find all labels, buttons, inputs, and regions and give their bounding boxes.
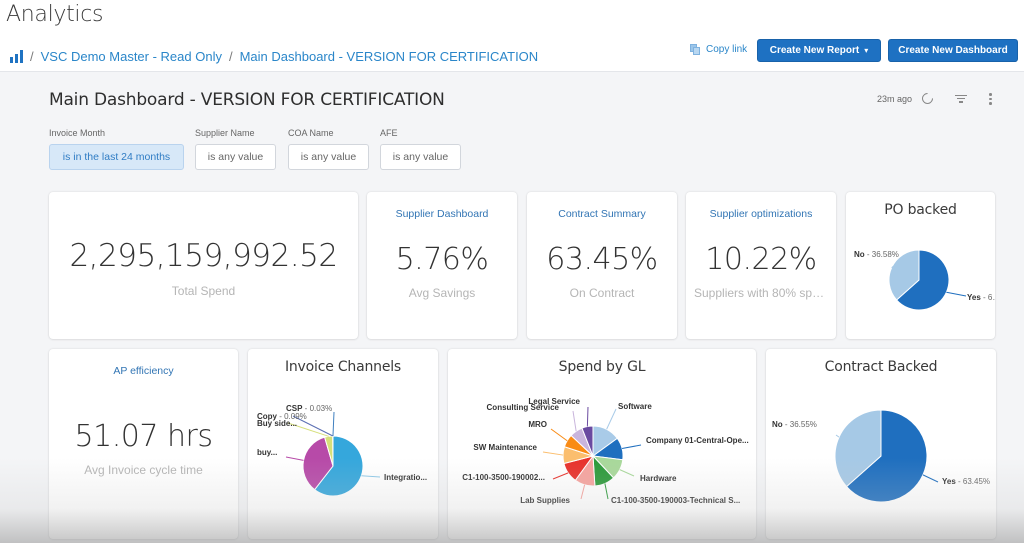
filter-supplier-name: Supplier Name is any value — [195, 128, 276, 170]
pie-data-label: buy... — [257, 448, 277, 457]
breadcrumb-separator: / — [30, 49, 34, 64]
top-bar: / VSC Demo Master - Read Only / Main Das… — [0, 38, 1024, 72]
tile-value: 63.45% — [546, 242, 658, 277]
pie-data-label: Yes - 6… — [967, 293, 995, 302]
create-new-dashboard-button[interactable]: Create New Dashboard — [888, 39, 1018, 62]
filter-coa-name: COA Name is any value — [288, 128, 369, 170]
copy-link-label: Copy link — [706, 44, 748, 55]
copy-icon — [690, 44, 701, 55]
pie-data-label: C1-100-3500-190002... — [462, 473, 545, 482]
pie-leader-line — [580, 484, 586, 500]
tile-invoice-channels: Invoice Channels Integratio... buy... Buy … — [248, 349, 438, 539]
tile-contract-summary: Contract Summary 63.45% On Contract — [527, 192, 677, 339]
tile-value: 2,295,159,992.52 — [69, 238, 338, 274]
pie-leader-line — [542, 451, 564, 456]
pie-data-label: Lab Supplies — [520, 496, 570, 505]
po-backed-pie-chart: Yes - 6… No - 36.58% — [854, 249, 995, 311]
filter-icon[interactable] — [955, 94, 968, 103]
pie-leader-line — [922, 474, 939, 483]
pie-leader-line — [835, 434, 840, 438]
tile-value: 51.07 hrs — [74, 419, 213, 454]
filter-label: AFE — [380, 128, 398, 138]
filter-coa-name-input[interactable]: is any value — [288, 144, 369, 170]
tile-total-spend: 2,295,159,992.52 Total Spend — [49, 192, 358, 339]
last-updated: 23m ago — [877, 93, 913, 104]
filter-afe-input[interactable]: is any value — [380, 144, 461, 170]
tile-po-backed: PO backed Yes - 6…No - 36.58% — [846, 192, 995, 339]
breadcrumb: / VSC Demo Master - Read Only / Main Das… — [10, 49, 538, 64]
tile-supplier-optimizations: Supplier optimizations 10.22% Suppliers … — [686, 192, 836, 339]
breadcrumb-current[interactable]: Main Dashboard - VERSION FOR CERTIFICATI… — [240, 49, 539, 64]
filter-label: Supplier Name — [195, 128, 255, 138]
tile-contract-backed: Contract Backed Yes - 63.45% No - 36.55% — [766, 349, 996, 539]
copy-link-button[interactable]: Copy link — [690, 44, 747, 55]
breadcrumb-separator: / — [228, 49, 233, 64]
create-new-report-label: Create New Report — [769, 45, 860, 56]
app-title: Analytics — [6, 2, 104, 27]
tile-spend-by-gl: Spend by GL Software Company 01-Central-O… — [448, 349, 756, 539]
tile-supplier-dashboard: Supplier Dashboard 5.76% Avg Savings — [367, 192, 517, 339]
pie-data-label: SW Maintenance — [473, 443, 537, 452]
pie-data-label: MRO — [528, 420, 547, 429]
bar-chart-icon[interactable] — [10, 50, 23, 63]
tile-link[interactable]: Supplier Dashboard — [367, 208, 517, 220]
tile-caption: On Contract — [569, 286, 635, 300]
filter-invoice-month-input[interactable]: is in the last 24 months — [49, 144, 184, 170]
tile-value: 10.22% — [705, 242, 817, 277]
more-vertical-icon[interactable] — [989, 93, 992, 105]
tile-caption: Suppliers with 80% spe... — [694, 286, 829, 300]
pie-leader-line — [586, 406, 589, 427]
tile-caption: Total Spend — [171, 284, 236, 298]
breadcrumb-folder-link[interactable]: VSC Demo Master - Read Only — [41, 49, 222, 64]
create-new-dashboard-label: Create New Dashboard — [898, 45, 1008, 56]
pie-data-label: Copy - 0.09% — [257, 412, 307, 421]
pie-leader-line — [619, 469, 635, 477]
filter-afe: AFE is any value — [380, 128, 461, 170]
tile-value: 5.76% — [395, 242, 489, 277]
tile-caption: Avg Invoice cycle time — [84, 463, 203, 477]
pie-leader-line — [550, 428, 568, 442]
filter-label: COA Name — [288, 128, 334, 138]
pie-data-label: Software — [618, 402, 652, 411]
pie-leader-line — [946, 291, 967, 297]
pie-data-label: CSP - 0.03% — [286, 404, 332, 413]
pie-leader-line — [285, 456, 304, 461]
pie-data-label: Legal Service — [528, 397, 580, 406]
spend-by-gl-pie-chart: Software Company 01-Central-Ope... Hardwar… — [462, 397, 749, 505]
pie-data-label: No - 36.55% — [772, 420, 817, 429]
tile-ap-efficiency: AP efficiency 51.07 hrs Avg Invoice cycl… — [49, 349, 238, 539]
pie-leader-line — [361, 475, 381, 478]
dashboard-meta: 23m ago — [877, 90, 992, 107]
pie-leader-line — [604, 483, 609, 500]
create-new-report-button[interactable]: Create New Report ▾ — [757, 39, 881, 62]
pie-leader-line — [621, 444, 642, 450]
contract-backed-pie-chart: Yes - 63.45% No - 36.55% — [772, 409, 990, 503]
invoice-channels-pie-chart: Integratio...buy...Buy side...Copy - 0.0… — [257, 404, 427, 497]
pie-data-label: Integratio... — [384, 473, 427, 482]
pie-data-label: Hardware — [640, 474, 677, 483]
refresh-icon[interactable] — [919, 90, 936, 107]
pie-data-label: No - 36.58% — [854, 250, 899, 259]
tile-link[interactable]: Contract Summary — [527, 208, 677, 220]
pie-leader-line — [572, 410, 577, 432]
pie-leader-line — [552, 472, 569, 480]
dashboard-title: Main Dashboard - VERSION FOR CERTIFICATI… — [49, 90, 445, 110]
pie-data-label: Yes - 63.45% — [942, 477, 990, 486]
pie-data-label: Company 01-Central-Ope... — [646, 436, 749, 445]
tile-link[interactable]: AP efficiency — [49, 365, 238, 377]
filter-invoice-month: Invoice Month is in the last 24 months — [49, 128, 184, 170]
chevron-down-icon: ▾ — [864, 46, 869, 55]
tile-link[interactable]: Supplier optimizations — [686, 208, 836, 220]
pie-data-label: C1-100-3500-190003-Technical S... — [611, 496, 740, 505]
pie-leader-line — [606, 408, 617, 430]
pie-leader-line — [332, 411, 335, 437]
filter-supplier-name-input[interactable]: is any value — [195, 144, 276, 170]
tile-caption: Avg Savings — [408, 286, 476, 300]
filter-label: Invoice Month — [49, 128, 106, 138]
